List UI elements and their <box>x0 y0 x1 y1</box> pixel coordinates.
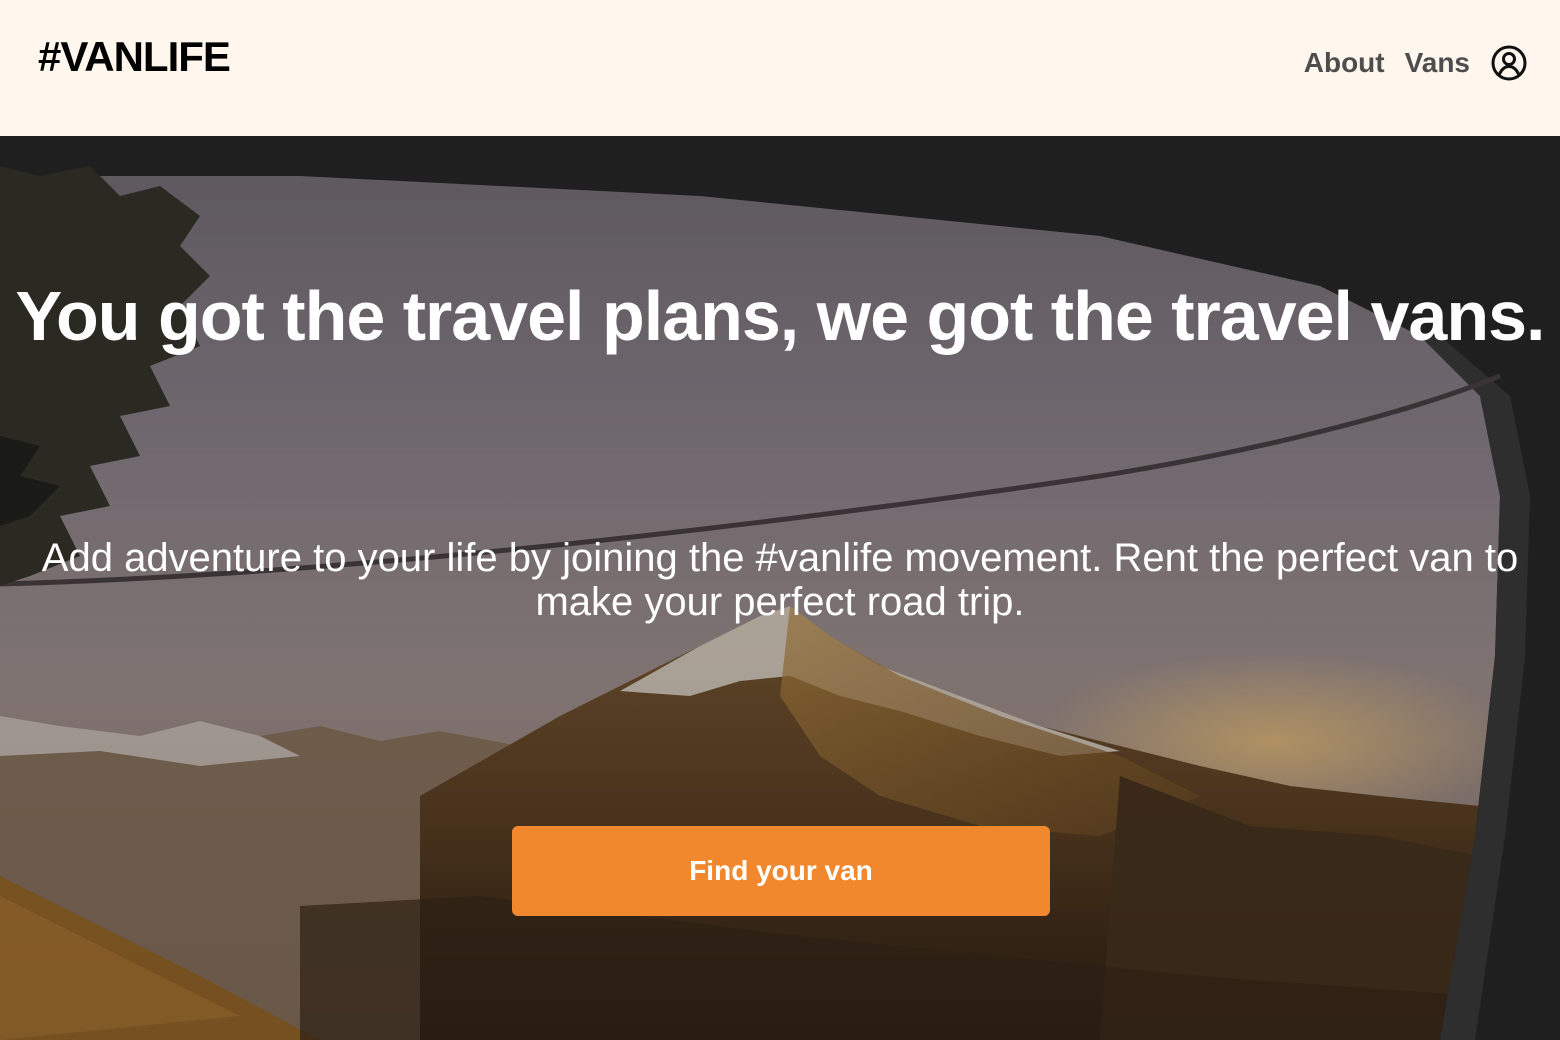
find-your-van-button[interactable]: Find your van <box>512 826 1050 916</box>
site-logo[interactable]: #VANLIFE <box>38 32 231 82</box>
hero-subtitle: Add adventure to your life by joining th… <box>41 536 1519 624</box>
site-header: #VANLIFE About Vans <box>0 0 1560 136</box>
nav-link-about[interactable]: About <box>1304 47 1385 79</box>
nav-link-vans[interactable]: Vans <box>1405 47 1470 79</box>
hero-title: You got the travel plans, we got the tra… <box>15 277 1546 355</box>
main-nav: About Vans <box>1304 40 1528 86</box>
hero-section: You got the travel plans, we got the tra… <box>0 136 1560 1040</box>
user-circle-icon[interactable] <box>1490 44 1528 82</box>
